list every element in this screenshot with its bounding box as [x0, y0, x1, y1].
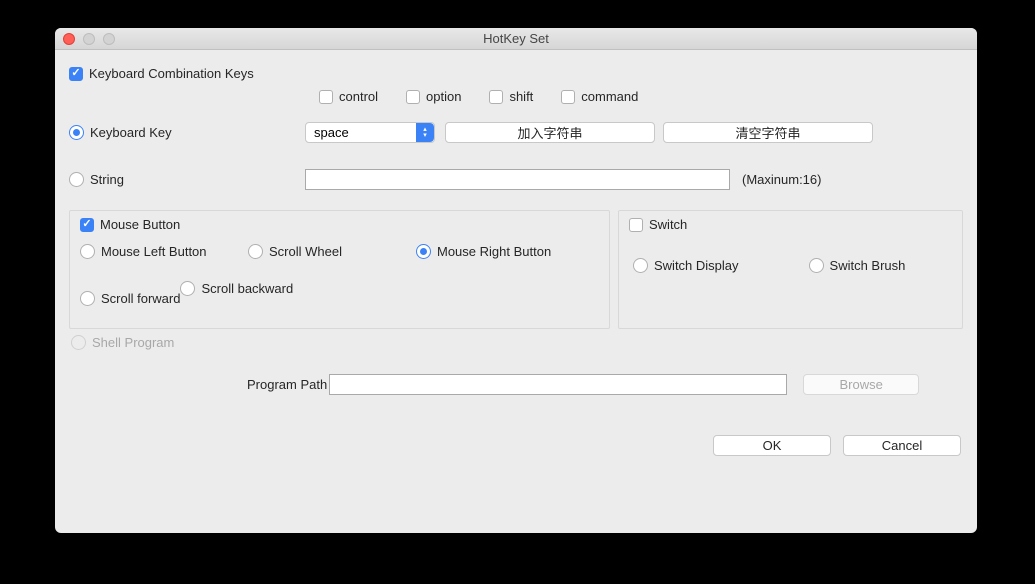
string-hint: (Maxinum:16) [742, 172, 821, 187]
combo-checkbox[interactable] [69, 67, 83, 81]
mouse-options: Mouse Left Button Scroll Wheel Mouse Rig… [80, 244, 599, 318]
string-row: String (Maxinum:16) [69, 169, 963, 190]
string-radio-group[interactable]: String [69, 172, 289, 187]
program-path-label: Program Path [247, 377, 327, 392]
combo-label: Keyboard Combination Keys [89, 66, 254, 81]
combo-row: Keyboard Combination Keys [69, 66, 963, 81]
panel-row: Mouse Button Mouse Left Button Scroll Wh… [69, 210, 963, 329]
modifier-option[interactable]: option [406, 89, 461, 104]
option-label: option [426, 89, 461, 104]
shift-label: shift [509, 89, 533, 104]
scroll-wheel-label: Scroll Wheel [269, 244, 342, 259]
mouse-left-radio[interactable] [80, 244, 95, 259]
clear-string-button[interactable]: 清空字符串 [663, 122, 873, 143]
program-path-input[interactable] [329, 374, 787, 395]
mouse-right-option[interactable]: Mouse Right Button [416, 244, 551, 259]
close-icon[interactable] [63, 33, 75, 45]
shell-row: Shell Program [69, 335, 963, 350]
keyboard-key-row: Keyboard Key space 加入字符串 清空字符串 [69, 122, 963, 143]
scroll-forward-label: Scroll forward [101, 291, 180, 306]
string-radio[interactable] [69, 172, 84, 187]
minimize-icon [83, 33, 95, 45]
string-input[interactable] [305, 169, 730, 190]
mouse-panel: Mouse Button Mouse Left Button Scroll Wh… [69, 210, 610, 329]
keyboard-key-radio[interactable] [69, 125, 84, 140]
scroll-wheel-radio[interactable] [248, 244, 263, 259]
scroll-forward-option[interactable]: Scroll forward [80, 281, 180, 316]
modifier-command[interactable]: command [561, 89, 638, 104]
ok-button[interactable]: OK [713, 435, 831, 456]
switch-brush-label: Switch Brush [830, 258, 906, 273]
titlebar: HotKey Set [55, 28, 977, 50]
dialog-footer: OK Cancel [69, 435, 963, 456]
program-path-row: Program Path Browse [247, 374, 963, 395]
mouse-left-option[interactable]: Mouse Left Button [80, 244, 248, 259]
scroll-backward-option[interactable]: Scroll backward [180, 281, 293, 296]
mouse-checkbox[interactable] [80, 218, 94, 232]
switch-display-radio[interactable] [633, 258, 648, 273]
keyboard-key-label: Keyboard Key [90, 125, 172, 140]
scroll-backward-label: Scroll backward [201, 281, 293, 296]
modifier-shift[interactable]: shift [489, 89, 533, 104]
key-select-value: space [314, 125, 349, 140]
string-label: String [90, 172, 124, 187]
modifiers-row: control option shift command [319, 89, 963, 104]
cancel-button[interactable]: Cancel [843, 435, 961, 456]
add-string-button[interactable]: 加入字符串 [445, 122, 655, 143]
switch-options: Switch Display Switch Brush [629, 258, 952, 273]
select-stepper-icon[interactable] [416, 123, 434, 142]
control-checkbox[interactable] [319, 90, 333, 104]
switch-brush-radio[interactable] [809, 258, 824, 273]
scroll-backward-radio[interactable] [180, 281, 195, 296]
shift-checkbox[interactable] [489, 90, 503, 104]
scroll-forward-radio[interactable] [80, 291, 95, 306]
option-checkbox[interactable] [406, 90, 420, 104]
key-select[interactable]: space [305, 122, 435, 143]
switch-panel: Switch Switch Display Switch Brush [618, 210, 963, 329]
browse-button: Browse [803, 374, 919, 395]
mouse-left-label: Mouse Left Button [101, 244, 207, 259]
keyboard-key-radio-group[interactable]: Keyboard Key [69, 125, 289, 140]
shell-radio [71, 335, 86, 350]
command-checkbox[interactable] [561, 90, 575, 104]
switch-checkbox[interactable] [629, 218, 643, 232]
switch-display-option[interactable]: Switch Display [633, 258, 739, 273]
switch-display-label: Switch Display [654, 258, 739, 273]
maximize-icon [103, 33, 115, 45]
hotkey-set-dialog: HotKey Set Keyboard Combination Keys con… [55, 28, 977, 533]
command-label: command [581, 89, 638, 104]
control-label: control [339, 89, 378, 104]
mouse-panel-label: Mouse Button [100, 217, 180, 232]
switch-brush-option[interactable]: Switch Brush [809, 258, 906, 273]
window-title: HotKey Set [55, 31, 977, 46]
mouse-right-label: Mouse Right Button [437, 244, 551, 259]
switch-panel-label: Switch [649, 217, 687, 232]
modifier-control[interactable]: control [319, 89, 378, 104]
scroll-wheel-option[interactable]: Scroll Wheel [248, 244, 416, 259]
shell-label: Shell Program [92, 335, 174, 350]
dialog-content: Keyboard Combination Keys control option… [55, 50, 977, 470]
traffic-lights [55, 33, 115, 45]
mouse-right-radio[interactable] [416, 244, 431, 259]
